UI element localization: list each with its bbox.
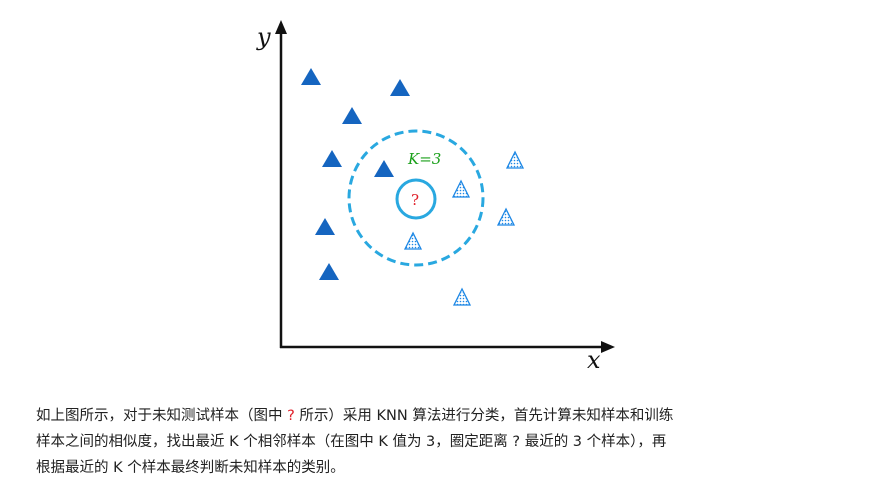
caption-text: 所示）采用 KNN 算法进行分类，首先计算未知样本和训练	[294, 408, 674, 424]
caption-text: 如上图所示，对于未知测试样本（图中	[36, 408, 288, 424]
y-axis-label: y	[256, 23, 271, 51]
unknown-symbol-inline: ?	[287, 408, 295, 424]
class-a-sample	[390, 79, 410, 96]
caption-line-2: 样本之间的相似度，找出最近 K 个相邻样本（在图中 K 值为 3，圈定距离 ? …	[36, 434, 667, 450]
class-a-sample	[322, 150, 342, 167]
k-label: K=3	[407, 150, 441, 168]
class-b-sample	[452, 287, 472, 306]
class-a-sample	[301, 68, 321, 85]
x-axis-label: x	[587, 346, 601, 374]
class-a-sample	[319, 263, 339, 280]
caption-line-3: 根据最近的 K 个样本最终判断未知样本的类别。	[36, 460, 345, 476]
class-a-sample	[315, 218, 335, 235]
caption: 如上图所示，对于未知测试样本（图中 ? 所示）采用 KNN 算法进行分类，首先计…	[36, 403, 846, 481]
unknown-sample-mark: ?	[411, 191, 419, 209]
class-a-sample	[342, 107, 362, 124]
class-a-sample	[374, 160, 394, 177]
knn-diagram: y x ? K=3	[256, 20, 615, 374]
class-b-sample	[451, 179, 471, 198]
class-b-sample	[403, 231, 423, 250]
class-b-sample	[505, 150, 525, 169]
class-b-sample	[496, 207, 516, 226]
x-axis-arrow	[601, 341, 615, 353]
caption-line-1: 如上图所示，对于未知测试样本（图中 ? 所示）采用 KNN 算法进行分类，首先计…	[36, 403, 846, 429]
y-axis-arrow	[275, 20, 287, 34]
